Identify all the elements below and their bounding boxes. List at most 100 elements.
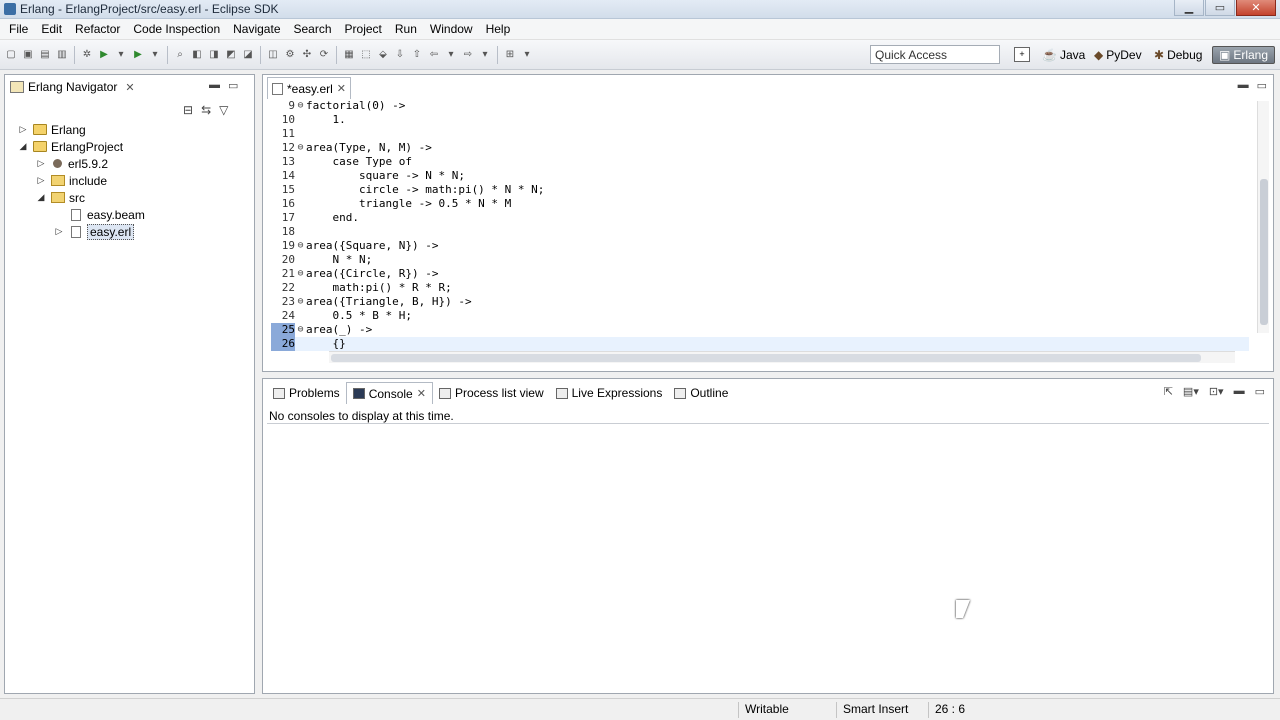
minimize-icon[interactable]: ▬ — [209, 79, 220, 92]
display-console-icon[interactable]: ▤▾ — [1183, 385, 1199, 398]
back-dropdown-icon[interactable]: ▾ — [444, 46, 458, 62]
perspective-java[interactable]: ☕ Java — [1042, 46, 1085, 64]
pin-console-icon[interactable]: ⇱ — [1164, 385, 1173, 398]
tree-item[interactable]: ▷ erl5.9.2 — [5, 155, 254, 172]
run-dropdown-icon[interactable]: ▾ — [114, 46, 128, 62]
menu-edit[interactable]: Edit — [36, 22, 67, 36]
tree-item[interactable]: ▷ include — [5, 172, 254, 189]
tree-item[interactable]: ▷ easy.erl — [5, 223, 254, 240]
expanded-arrow-icon[interactable]: ◢ — [35, 192, 47, 203]
tab-outline[interactable]: Outline — [668, 382, 734, 404]
code-line[interactable]: 15 circle -> math:pi() * N * N; — [271, 183, 1249, 197]
search-icon[interactable]: ⌕ — [173, 46, 187, 62]
fold-toggle-icon[interactable]: ⊖ — [295, 141, 306, 155]
print-icon[interactable]: ▥ — [55, 46, 69, 62]
menu-code-inspection[interactable]: Code Inspection — [128, 22, 225, 36]
tree-item[interactable]: ▷ Erlang — [5, 121, 254, 138]
perspective-erlang[interactable]: ▣ Erlang — [1212, 46, 1276, 64]
code-line[interactable]: 26 {} — [271, 337, 1249, 351]
erlang-debug-icon[interactable]: ⬙ — [376, 46, 390, 62]
code-line[interactable]: 9 ⊖ factorial(0) -> — [271, 99, 1249, 113]
close-button[interactable]: ✕ — [1236, 0, 1276, 16]
collapsed-arrow-icon[interactable]: ▷ — [35, 175, 47, 186]
maximize-icon[interactable]: ▭ — [228, 79, 238, 92]
tab-problems[interactable]: Problems — [267, 382, 346, 404]
tab-process-list-view[interactable]: Process list view — [433, 382, 550, 404]
code-line[interactable]: 16 triangle -> 0.5 * N * M — [271, 197, 1249, 211]
minimize-button[interactable]: ▁ — [1174, 0, 1204, 16]
link-editor-icon[interactable]: ⇆ — [201, 103, 211, 117]
maximize-icon[interactable]: ▭ — [1257, 79, 1267, 92]
code-line[interactable]: 22 math:pi() * R * R; — [271, 281, 1249, 295]
menu-run[interactable]: Run — [390, 22, 422, 36]
code-line[interactable]: 17 end. — [271, 211, 1249, 225]
expanded-arrow-icon[interactable]: ◢ — [17, 141, 29, 152]
erlang-console-icon[interactable]: ▦ — [342, 46, 356, 62]
code-line[interactable]: 10 1. — [271, 113, 1249, 127]
menu-project[interactable]: Project — [340, 22, 387, 36]
toggle-comment-icon[interactable]: ◪ — [241, 46, 255, 62]
annotation-next-icon[interactable]: ⇩ — [393, 46, 407, 62]
fold-toggle-icon[interactable]: ⊖ — [295, 239, 306, 253]
tree-item[interactable]: ◢ src — [5, 189, 254, 206]
close-icon[interactable]: ✕ — [417, 387, 426, 400]
maximize-icon[interactable]: ▭ — [1255, 385, 1265, 398]
menu-refactor[interactable]: Refactor — [70, 22, 125, 36]
open-perspective-icon[interactable]: + — [1014, 47, 1030, 62]
debug-icon[interactable]: ✲ — [80, 46, 94, 62]
code-line[interactable]: 12 ⊖ area(Type, N, M) -> — [271, 141, 1249, 155]
open-file-icon[interactable]: ◫ — [266, 46, 280, 62]
quick-access-input[interactable]: Quick Access — [870, 45, 1000, 64]
collapse-all-icon[interactable]: ⊟ — [183, 103, 193, 117]
external-dropdown-icon[interactable]: ▾ — [148, 46, 162, 62]
vertical-scrollbar[interactable] — [1257, 101, 1269, 333]
tab-console[interactable]: Console ✕ — [345, 382, 433, 404]
collapsed-arrow-icon[interactable]: ▷ — [17, 124, 29, 135]
menu-window[interactable]: Window — [425, 22, 478, 36]
code-line[interactable]: 24 0.5 * B * H; — [271, 309, 1249, 323]
code-line[interactable]: 25 ⊖ area(_) -> — [271, 323, 1249, 337]
pin-dropdown-icon[interactable]: ▾ — [520, 46, 534, 62]
code-line[interactable]: 11 — [271, 127, 1249, 141]
external-tools-icon[interactable]: ▶ — [131, 46, 145, 62]
code-line[interactable]: 13 case Type of — [271, 155, 1249, 169]
code-line[interactable]: 19 ⊖ area({Square, N}) -> — [271, 239, 1249, 253]
annotation-prev-icon[interactable]: ⇧ — [410, 46, 424, 62]
pin-editor-icon[interactable]: ⊞ — [503, 46, 517, 62]
perspective-pydev[interactable]: ◆ PyDev — [1094, 46, 1142, 64]
menu-help[interactable]: Help — [481, 22, 516, 36]
menu-file[interactable]: File — [4, 22, 33, 36]
minimize-icon[interactable]: ▬ — [1238, 79, 1249, 92]
new-project-icon[interactable]: ◩ — [224, 46, 238, 62]
run-icon[interactable]: ▶ — [97, 46, 111, 62]
close-icon[interactable]: ✕ — [337, 82, 346, 95]
code-line[interactable]: 20 N * N; — [271, 253, 1249, 267]
tab-easy-erl[interactable]: *easy.erl ✕ — [267, 77, 352, 99]
menu-search[interactable]: Search — [289, 22, 337, 36]
save-icon[interactable]: ▣ — [21, 46, 35, 62]
fold-toggle-icon[interactable]: ⊖ — [295, 267, 306, 281]
erlang-run-icon[interactable]: ⬚ — [359, 46, 373, 62]
maximize-button[interactable]: ▭ — [1205, 0, 1235, 16]
horizontal-scrollbar[interactable] — [329, 351, 1235, 363]
forward-dropdown-icon[interactable]: ▾ — [478, 46, 492, 62]
code-line[interactable]: 23 ⊖ area({Triangle, B, H}) -> — [271, 295, 1249, 309]
view-menu-icon[interactable]: ▽ — [219, 103, 228, 117]
open-type-icon[interactable]: ◧ — [190, 46, 204, 62]
code-line[interactable]: 14 square -> N * N; — [271, 169, 1249, 183]
fold-toggle-icon[interactable]: ⊖ — [295, 323, 306, 337]
refresh-icon[interactable]: ⟳ — [317, 46, 331, 62]
tree-item[interactable]: ◢ ErlangProject — [5, 138, 254, 155]
close-icon[interactable]: ✕ — [125, 81, 134, 94]
clean-icon[interactable]: ✣ — [300, 46, 314, 62]
code-line[interactable]: 18 — [271, 225, 1249, 239]
forward-icon[interactable]: ⇨ — [461, 46, 475, 62]
tab-live-expressions[interactable]: Live Expressions — [550, 382, 669, 404]
perspective-debug[interactable]: ✱ Debug — [1154, 46, 1202, 64]
new-module-icon[interactable]: ◨ — [207, 46, 221, 62]
open-console-icon[interactable]: ⊡▾ — [1209, 385, 1224, 398]
menu-navigate[interactable]: Navigate — [228, 22, 285, 36]
fold-toggle-icon[interactable]: ⊖ — [295, 99, 306, 113]
collapsed-arrow-icon[interactable]: ▷ — [35, 158, 47, 169]
fold-toggle-icon[interactable]: ⊖ — [295, 295, 306, 309]
